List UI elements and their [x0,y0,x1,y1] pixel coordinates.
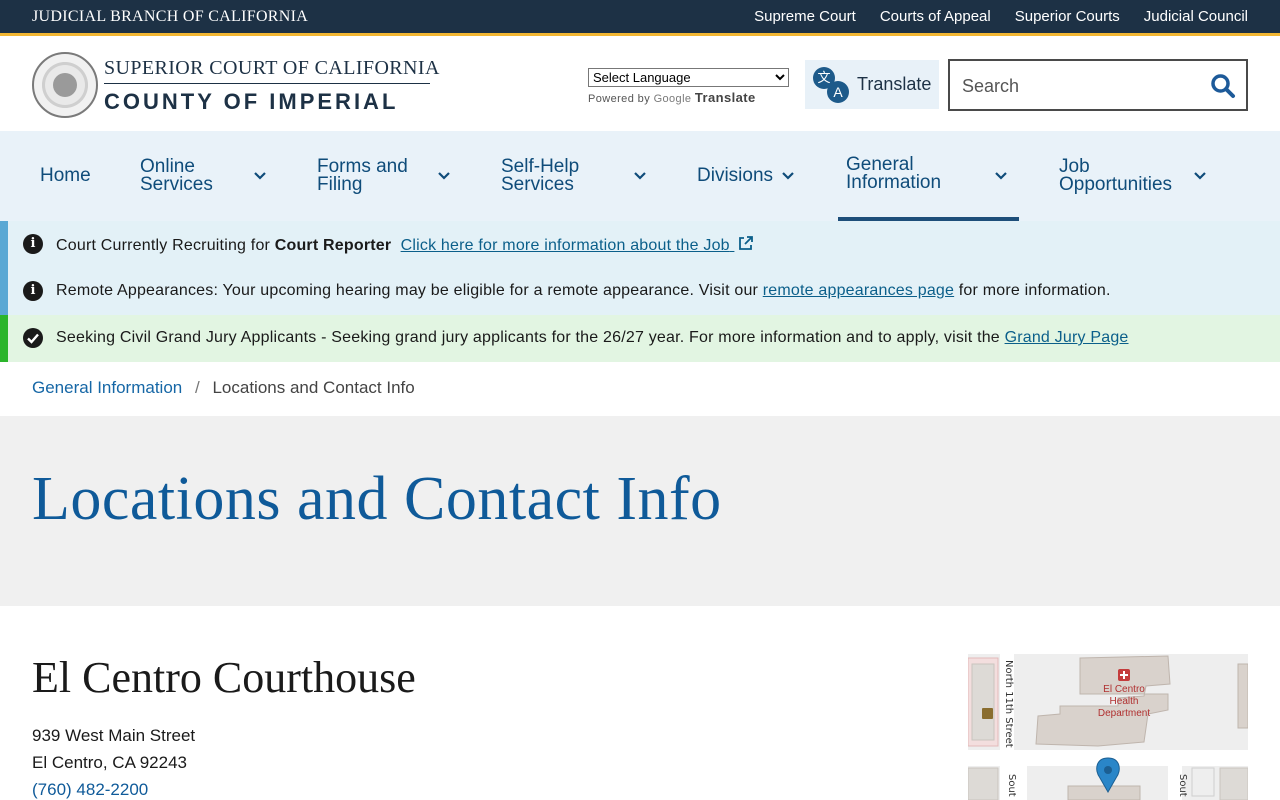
phone-link[interactable]: (760) 482-2200 [32,780,148,799]
nav-online-services[interactable]: Online Services [140,131,266,221]
nav-self-help-services-label: Self-Help Services [501,156,580,195]
judicial-branch-link[interactable]: JUDICIAL BRANCH OF CALIFORNIA [32,8,308,26]
breadcrumb-separator: / [194,378,200,397]
address-street: 939 West Main Street [32,726,196,745]
nav-online-services-label: Online Services [140,156,213,195]
map-tiles: North 11th Street Sout Sout [968,654,1248,800]
court-name-divider [104,83,430,84]
alert-text: Seeking Civil Grand Jury Applicants - Se… [56,329,1129,347]
alert-prefix: Remote Appearances: Your upcoming hearin… [56,282,763,299]
nav-job-opportunities-label: Job Opportunities [1059,156,1173,195]
alert-prefix: Court Currently Recruiting for [56,237,275,254]
nav-home[interactable]: Home [40,131,91,221]
alert-suffix: for more information. [954,282,1111,299]
alert-grand-jury: Seeking Civil Grand Jury Applicants - Se… [0,315,1280,362]
info-icon: i [23,281,43,301]
breadcrumb: General Information / Locations and Cont… [32,378,415,398]
check-circle-icon [23,328,43,348]
courts-of-appeal-link[interactable]: Courts of Appeal [880,8,991,25]
court-name-line2: COUNTY OF IMPERIAL [104,89,399,114]
grand-jury-link[interactable]: Grand Jury Page [1005,329,1129,346]
search-box [948,59,1248,111]
top-links: Supreme Court Courts of Appeal Superior … [754,8,1248,25]
court-name-logo[interactable]: SUPERIOR COURT OF CALIFORNIA COUNTY OF I… [104,57,440,115]
superior-courts-link[interactable]: Superior Courts [1015,8,1120,25]
supreme-court-link[interactable]: Supreme Court [754,8,856,25]
translate-button[interactable]: 文 A Translate [805,60,939,109]
alert-text: Court Currently Recruiting for Court Rep… [56,235,754,255]
translate-button-label: Translate [857,74,932,94]
chevron-down-icon [1194,172,1206,180]
powered-by-label: Powered by [588,93,651,105]
alert-remote-appearances: i Remote Appearances: Your upcoming hear… [0,268,1280,315]
google-logo-text: Google [653,93,692,105]
powered-by-text: Powered by Google Translate [588,90,789,105]
search-icon[interactable] [1210,73,1236,99]
job-info-link[interactable]: Click here for more information about th… [400,236,755,254]
chevron-down-icon [438,172,450,180]
nav-divisions[interactable]: Divisions [697,131,797,221]
chevron-down-icon [254,172,266,180]
remote-appearances-link[interactable]: remote appearances page [763,282,954,299]
page-hero: Locations and Contact Info [0,416,1280,606]
alert-court-reporter: i Court Currently Recruiting for Court R… [0,221,1280,268]
translate-word: Translate [694,90,756,105]
translate-icon: 文 A [813,66,849,103]
nav-divisions-label: Divisions [697,165,774,186]
job-info-link-text: Click here for more information about th… [400,237,730,254]
nav-job-opportunities[interactable]: Job Opportunities [1059,131,1209,221]
google-translate-widget: Select Language Powered by Google Transl… [588,68,789,105]
nav-general-information[interactable]: General Information [838,131,1019,221]
language-select[interactable]: Select Language [588,68,789,87]
chevron-down-icon [634,172,646,180]
info-icon: i [23,234,43,254]
nav-forms-and-filing[interactable]: Forms and Filing [317,131,451,221]
alert-bold-text: Court Reporter [274,237,392,254]
main-nav: Home Online Services Forms and Filing Se… [0,131,1280,221]
nav-forms-and-filing-label: Forms and Filing [317,156,408,195]
breadcrumb-current: Locations and Contact Info [212,378,415,397]
nav-general-information-label: General Information [846,154,942,193]
map-street-label: North 11th Street [1003,660,1014,748]
alert-text: Remote Appearances: Your upcoming hearin… [56,282,1111,300]
site-header: SUPERIOR COURT OF CALIFORNIA COUNTY OF I… [0,39,1280,131]
court-seal-logo[interactable] [32,52,98,118]
nav-self-help-services[interactable]: Self-Help Services [501,131,647,221]
external-link-icon [739,236,754,250]
top-bar: JUDICIAL BRANCH OF CALIFORNIA Supreme Co… [0,0,1280,36]
address-city: El Centro, CA 92243 [32,753,187,772]
chevron-down-icon [782,172,794,180]
page-title: Locations and Contact Info [32,465,722,533]
alert-prefix: Seeking Civil Grand Jury Applicants - Se… [56,329,1005,346]
breadcrumb-general-information[interactable]: General Information [32,378,182,397]
location-map[interactable]: North 11th Street Sout Sout El Centro He… [968,654,1248,800]
location-address: 939 West Main Street El Centro, CA 92243… [32,722,195,800]
nav-home-label: Home [40,165,91,186]
map-street-label: Sout [1177,774,1188,797]
location-title: El Centro Courthouse [32,653,416,702]
court-name-line1: SUPERIOR COURT OF CALIFORNIA [104,57,440,79]
map-poi-label: El Centro Health Department [1097,684,1151,719]
search-input[interactable] [962,73,1202,99]
judicial-council-link[interactable]: Judicial Council [1144,8,1248,25]
chevron-down-icon [995,172,1007,180]
map-street-label: Sout [1006,774,1017,797]
